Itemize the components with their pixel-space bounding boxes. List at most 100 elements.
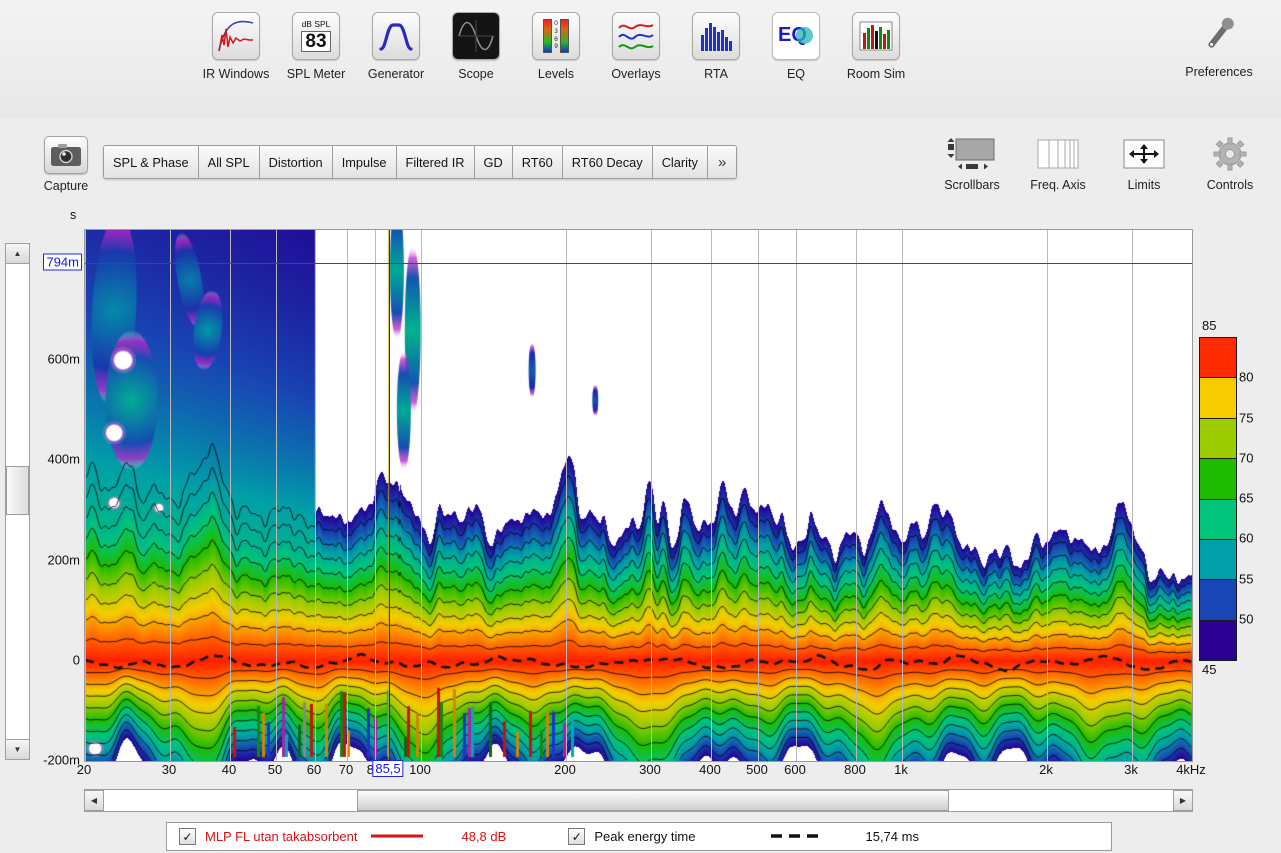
spectrogram-plot[interactable]: [84, 229, 1193, 762]
tool-eq[interactable]: EQ EQ: [756, 12, 836, 81]
tool-label: IR Windows: [202, 67, 270, 81]
tool-generator[interactable]: Generator: [356, 12, 436, 81]
x-axis-tick: 40: [221, 762, 237, 777]
tab-filtered-ir[interactable]: Filtered IR: [396, 146, 475, 178]
x-axis-tick: 800: [844, 762, 866, 777]
scroll-right-arrow[interactable]: ▶: [1173, 790, 1193, 811]
overlays-icon: [612, 12, 660, 60]
gridline: [902, 230, 903, 761]
gridline: [170, 230, 171, 761]
tool-room-sim[interactable]: Room Sim: [836, 12, 916, 81]
cursor-vertical-line: [389, 230, 390, 761]
capture-label: Capture: [43, 179, 89, 193]
scope-icon: [452, 12, 500, 60]
y-axis-unit-label: s: [70, 208, 77, 222]
y-axis-tick: 400m: [47, 451, 80, 467]
legend-checkbox-measurement[interactable]: ✓: [179, 828, 196, 845]
tool-label: EQ: [786, 67, 806, 81]
tool-label: RTA: [704, 67, 728, 81]
y-cursor-readout[interactable]: 794m: [43, 253, 82, 271]
horizontal-scroll-thumb[interactable]: [357, 790, 949, 811]
scrollbars-label: Scrollbars: [944, 178, 1000, 192]
x-axis-tick: 500: [746, 762, 768, 777]
tab-distortion[interactable]: Distortion: [259, 146, 333, 178]
scrollbars-button[interactable]: Scrollbars: [929, 132, 1015, 192]
rta-icon: [692, 12, 740, 60]
legend-measurement-swatch: [369, 828, 425, 846]
capture-button[interactable]: Capture: [34, 136, 98, 193]
legend-measurement-value: 48,8 dB: [461, 829, 507, 844]
scroll-up-arrow[interactable]: ▲: [5, 243, 30, 264]
tab-all-spl[interactable]: All SPL: [198, 146, 260, 178]
spectrogram-canvas[interactable]: [85, 230, 1192, 761]
y-axis-tick: 600m: [47, 351, 80, 367]
tool-scope[interactable]: Scope: [436, 12, 516, 81]
colorbar: [1199, 337, 1237, 661]
tool-label: Room Sim: [846, 67, 906, 81]
toolbar-button-group: IR Windows dB SPL 83 SPL Meter Generator…: [196, 12, 916, 81]
scroll-left-arrow[interactable]: ◀: [84, 790, 104, 811]
gridline: [1132, 230, 1133, 761]
tab-rt60-decay[interactable]: RT60 Decay: [562, 146, 653, 178]
colorbar-band: [1200, 580, 1236, 621]
view-tab-bar: SPL & Phase All SPL Distortion Impulse F…: [103, 145, 738, 179]
preferences-button[interactable]: Preferences: [1171, 12, 1267, 79]
x-cursor-readout[interactable]: 85,5: [372, 760, 404, 777]
tool-spl-meter[interactable]: dB SPL 83 SPL Meter: [276, 12, 356, 81]
main-toolbar: IR Windows dB SPL 83 SPL Meter Generator…: [0, 0, 1281, 119]
tab-impulse[interactable]: Impulse: [332, 146, 397, 178]
legend-checkbox-peak-energy[interactable]: ✓: [568, 828, 586, 845]
gridline: [1047, 230, 1048, 761]
x-axis-tick: 4kHz: [1176, 762, 1206, 777]
limits-button[interactable]: Limits: [1101, 132, 1187, 192]
y-axis: 600m 400m 200m 0 -200m 794m: [30, 229, 82, 768]
colorbar-tick: 50: [1239, 611, 1254, 627]
gridline: [711, 230, 712, 761]
gridline: [758, 230, 759, 761]
x-axis-tick: 2k: [1039, 762, 1053, 777]
gridline: [85, 230, 86, 761]
tool-label: Scope: [458, 67, 494, 81]
limits-label: Limits: [1127, 178, 1161, 192]
gridline: [651, 230, 652, 761]
spl-unit-text: dB SPL: [301, 19, 331, 30]
colorbar-tick: 55: [1239, 571, 1254, 586]
measurement-legend: ✓ MLP FL utan takabsorbent 48,8 dB ✓ Pea…: [166, 822, 1112, 851]
horizontal-scrollbar[interactable]: ◀ ▶: [84, 789, 1193, 812]
spl-value-text: 83: [301, 30, 331, 52]
tool-levels[interactable]: 0 3 6 9 Levels: [516, 12, 596, 81]
x-axis-tick: 20: [76, 762, 92, 777]
scroll-right-glyph: ▶: [1179, 796, 1187, 805]
gridline: [421, 230, 422, 761]
x-axis-tick: 70: [338, 762, 354, 777]
x-axis-tick: 100: [409, 762, 431, 777]
gear-icon: [1213, 132, 1247, 176]
legend-peak-energy-name: Peak energy time: [594, 829, 696, 844]
wrench-icon: [1196, 12, 1242, 58]
colorbar-band: [1200, 539, 1236, 581]
tool-ir-windows[interactable]: IR Windows: [196, 12, 276, 81]
x-axis-tick: 400: [699, 762, 721, 777]
tool-rta[interactable]: RTA: [676, 12, 756, 81]
tool-overlays[interactable]: Overlays: [596, 12, 676, 81]
controls-button[interactable]: Controls: [1187, 132, 1273, 192]
colorbar-bottom-label: 45: [1202, 662, 1217, 677]
freq-axis-label: Freq. Axis: [1030, 178, 1086, 192]
scroll-down-arrow[interactable]: ▼: [5, 739, 30, 760]
colorbar-tick: 65: [1239, 490, 1254, 506]
colorbar-band: [1200, 620, 1236, 660]
scrollbars-icon: [944, 132, 1000, 176]
tool-label: Generator: [367, 67, 425, 81]
tab-spl-phase[interactable]: SPL & Phase: [104, 146, 199, 178]
plot-tool-group: Scrollbars Freq. Axis Limits Controls: [929, 132, 1273, 192]
levels-icon: 0 3 6 9: [532, 12, 580, 60]
tab-clarity[interactable]: Clarity: [652, 146, 708, 178]
vertical-scroll-thumb[interactable]: [6, 466, 29, 515]
tab-rt60[interactable]: RT60: [512, 146, 563, 178]
tab-gd[interactable]: GD: [474, 146, 513, 178]
vertical-scrollbar[interactable]: ▲ ▼: [5, 243, 30, 760]
freq-axis-button[interactable]: Freq. Axis: [1015, 132, 1101, 192]
colorbar-band: [1200, 499, 1236, 540]
tab-overflow-button[interactable]: »: [707, 146, 737, 178]
colorbar-tick: 60: [1239, 530, 1254, 546]
